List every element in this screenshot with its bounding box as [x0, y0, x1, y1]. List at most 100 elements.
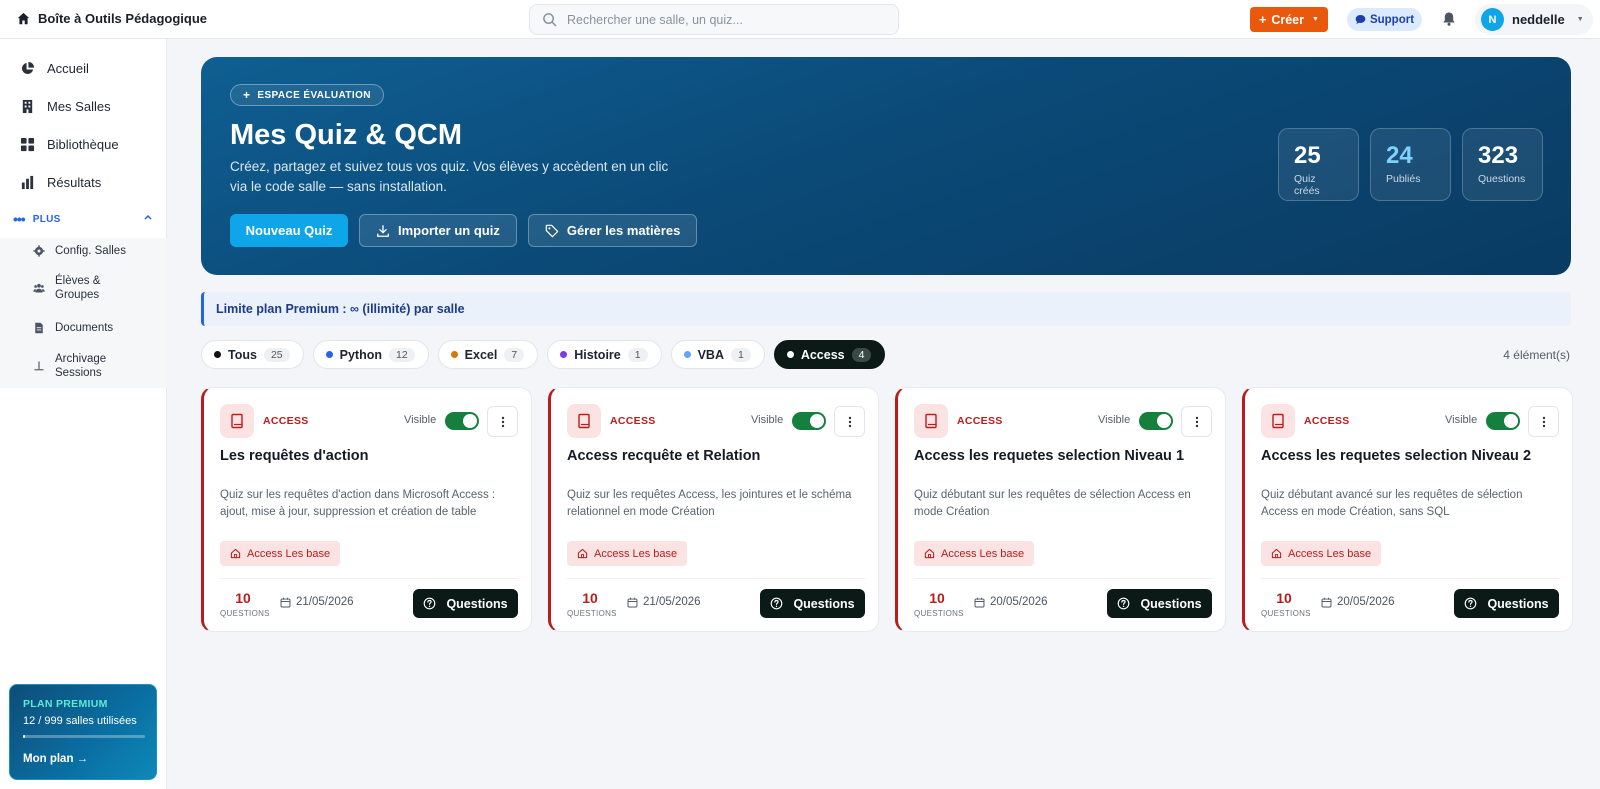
visible-toggle[interactable] [1139, 412, 1173, 430]
search-input[interactable] [567, 12, 867, 27]
sidebar-plus-toggle[interactable]: ••• PLUS [0, 209, 167, 229]
sidebar-item-label: Accueil [47, 60, 89, 76]
app-brand[interactable]: Boîte à Outils Pédagogique [17, 11, 207, 26]
support-button[interactable]: Support [1347, 8, 1422, 31]
more-options-button[interactable] [834, 406, 865, 437]
quiz-card[interactable]: ACCESS Visible Access les requetes selec… [895, 387, 1226, 632]
sidebar-item-config-salles[interactable]: Config. Salles [0, 242, 167, 260]
quiz-card[interactable]: ACCESS Visible Les requêtes d'action Qui… [201, 387, 532, 632]
sidebar-item-mes-salles[interactable]: Mes Salles [0, 88, 167, 124]
toggle-knob [1504, 414, 1518, 428]
card-description: Quiz débutant avancé sur les requêtes de… [1261, 489, 1523, 518]
card-description: Quiz sur les requêtes Access, les jointu… [567, 489, 852, 518]
card-tag-label: Access Les base [247, 547, 331, 560]
stat-quiz-crees: 25 Quiz créés [1278, 128, 1359, 201]
import-quiz-button[interactable]: Importer un quiz [359, 214, 517, 247]
users-icon [33, 283, 45, 293]
stat-label: Publiés [1386, 173, 1421, 185]
create-label: Créer [1271, 12, 1305, 27]
filter-python[interactable]: Python 12 [312, 340, 429, 369]
visible-toggle[interactable] [1486, 412, 1520, 430]
bell-icon[interactable] [1441, 11, 1457, 27]
question-count-label: QUESTIONS [220, 609, 270, 618]
visible-toggle[interactable] [445, 412, 479, 430]
filter-excel[interactable]: Excel 7 [437, 340, 539, 369]
quiz-card[interactable]: ACCESS Visible Access recquête et Relati… [548, 387, 879, 632]
card-divider [567, 578, 865, 579]
manage-subjects-label: Gérer les matières [566, 223, 681, 238]
plus-label: PLUS [32, 213, 61, 225]
hero-description: Créez, partagez et suivez tous vos quiz.… [230, 159, 669, 194]
sidebar-item-label: Bibliothèque [47, 136, 119, 152]
filter-count: 7 [504, 347, 525, 362]
stat-value: 24 [1386, 142, 1413, 169]
filter-label: VBA [697, 347, 724, 362]
filter-vba[interactable]: VBA 1 [670, 340, 765, 369]
sidebar-item-resultats[interactable]: Résultats [0, 164, 167, 200]
new-quiz-button[interactable]: Nouveau Quiz [230, 214, 348, 247]
create-button[interactable]: + Créer ▼ [1250, 7, 1328, 32]
more-options-button[interactable] [1181, 406, 1212, 437]
visible-label: Visible [1445, 414, 1478, 426]
my-plan-link[interactable]: Mon plan → [23, 753, 143, 765]
visible-label: Visible [1098, 414, 1131, 426]
home-icon [924, 548, 935, 559]
filter-histoire[interactable]: Histoire 1 [547, 340, 662, 369]
sidebar-item-label: Mes Salles [47, 98, 111, 114]
card-tag: Access Les base [220, 541, 341, 566]
questions-button[interactable]: Questions [1107, 589, 1212, 618]
stat-value: 25 [1294, 142, 1321, 169]
caret-down-icon: ▼ [1312, 16, 1319, 23]
sidebar-item-label: Résultats [47, 174, 102, 190]
book-icon [1272, 413, 1284, 429]
filter-access[interactable]: Access 4 [773, 340, 886, 369]
support-label: Support [1369, 13, 1415, 26]
search-box[interactable] [529, 4, 899, 35]
questions-button[interactable]: Questions [413, 589, 518, 618]
sidebar-item-bibliotheque[interactable]: Bibliothèque [0, 126, 167, 162]
hero-stats: 25 Quiz créés 24 Publiés 323 Questions [1278, 128, 1543, 201]
plan-limit-banner: Limite plan Premium : ∞ (illimité) par s… [201, 292, 1571, 326]
visible-toggle[interactable] [792, 412, 826, 430]
filter-tous[interactable]: Tous 25 [201, 340, 304, 369]
card-tag-label: Access Les base [1288, 547, 1372, 560]
card-category: ACCESS [1304, 415, 1350, 427]
premium-usage-bar [23, 735, 145, 738]
quiz-card[interactable]: ACCESS Visible Access les requetes selec… [1242, 387, 1573, 632]
card-title[interactable]: Access les requetes selection Niveau 1 [914, 448, 1214, 464]
user-menu[interactable]: N neddelle ▼ [1475, 4, 1593, 35]
download-icon [377, 224, 389, 237]
sidebar-item-accueil[interactable]: Accueil [0, 50, 167, 86]
filter-dot [683, 351, 691, 358]
visible-label: Visible [404, 414, 437, 426]
toggle-knob [810, 414, 824, 428]
more-options-button[interactable] [487, 406, 518, 437]
card-title[interactable]: Access les requetes selection Niveau 2 [1261, 448, 1561, 464]
user-name: neddelle [1512, 12, 1565, 27]
question-count-label: QUESTIONS [914, 609, 964, 618]
card-title[interactable]: Les requêtes d'action [220, 448, 520, 464]
sidebar-item-label: Config. Salles [55, 245, 126, 257]
sidebar-item-eleves-groupes[interactable]: Élèves & Groupes [0, 273, 167, 303]
card-description: Quiz débutant sur les requêtes de sélect… [914, 489, 1191, 518]
gear-icon [33, 245, 45, 257]
tag-icon [545, 224, 559, 237]
hero-banner: + ESPACE ÉVALUATION Mes Quiz & QCM Créez… [201, 57, 1571, 275]
toggle-knob [1157, 414, 1171, 428]
home-icon [230, 548, 241, 559]
sidebar-item-documents[interactable]: Documents [0, 319, 167, 337]
questions-button[interactable]: Questions [1454, 589, 1559, 618]
hero-badge-label: ESPACE ÉVALUATION [257, 89, 371, 101]
question-count: 10 [582, 590, 598, 606]
card-date-value: 21/05/2026 [643, 596, 701, 608]
manage-subjects-button[interactable]: Gérer les matières [527, 214, 698, 247]
card-title[interactable]: Access recquête et Relation [567, 448, 867, 464]
premium-plan-card: PLAN PREMIUM 12 / 999 salles utilisées M… [9, 684, 157, 780]
card-category: ACCESS [263, 415, 309, 427]
kebab-icon [848, 416, 851, 427]
more-options-button[interactable] [1528, 406, 1559, 437]
questions-button[interactable]: Questions [760, 589, 865, 618]
premium-usage: 12 / 999 salles utilisées [23, 715, 137, 727]
sidebar-item-archivage-sessions[interactable]: Archivage Sessions [0, 351, 167, 381]
search-icon [543, 13, 557, 27]
